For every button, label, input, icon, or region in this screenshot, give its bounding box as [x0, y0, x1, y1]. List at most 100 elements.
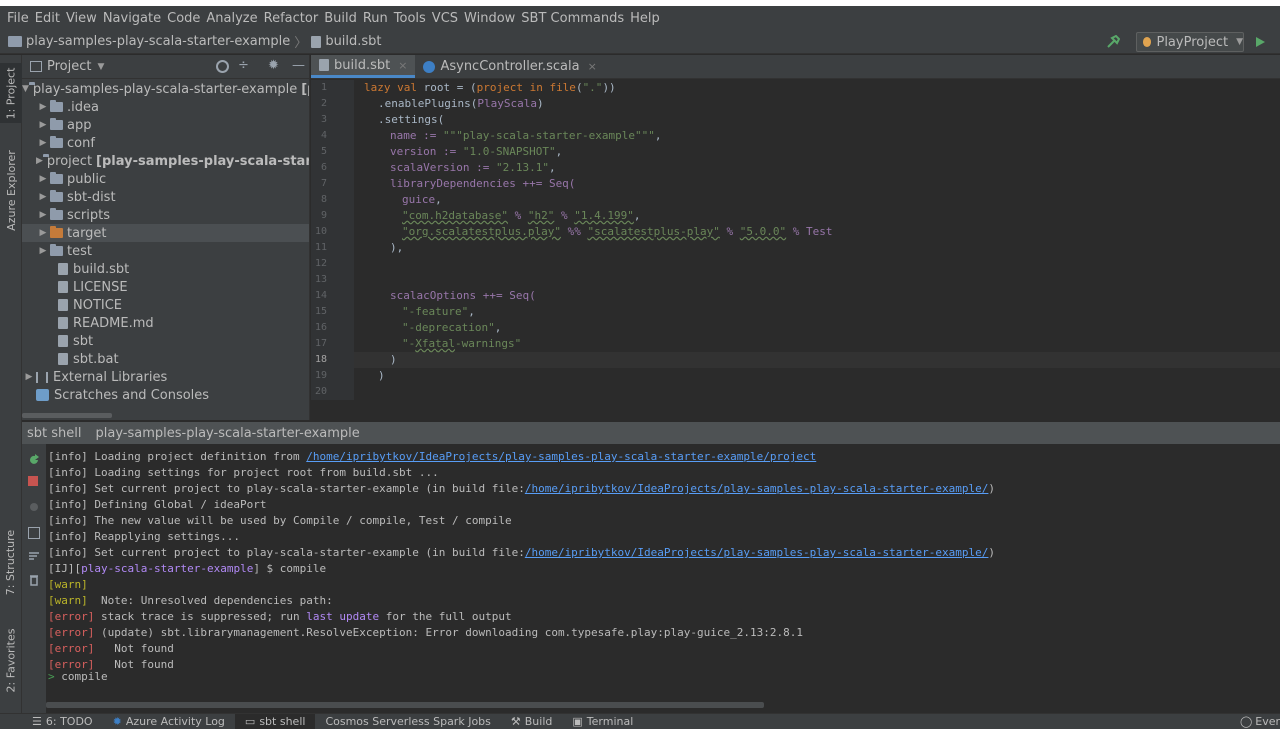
tab-build[interactable]: ⚒ Build — [501, 714, 563, 729]
restart-icon[interactable] — [28, 454, 40, 466]
tree-item-label: conf — [67, 135, 95, 151]
menu-analyze[interactable]: Analyze — [203, 11, 260, 26]
hide-panel-icon[interactable]: — — [292, 58, 305, 73]
tab-cosmos-spark-jobs[interactable]: Cosmos Serverless Spark Jobs — [315, 714, 500, 729]
event-log-icon: ◯ — [1239, 715, 1253, 728]
tree-file-notice[interactable]: NOTICE — [22, 296, 309, 314]
menu-run[interactable]: Run — [360, 11, 391, 26]
tree-file-build-sbt[interactable]: build.sbt — [22, 260, 309, 278]
tree-item-label: public — [67, 171, 107, 187]
project-view-select[interactable]: Project — [47, 59, 91, 74]
tree-external-libraries[interactable]: ▶ External Libraries — [22, 368, 309, 386]
tab-event-log[interactable]: ◯ Ever — [1230, 714, 1280, 729]
soft-wrap-icon[interactable] — [28, 550, 40, 562]
stop-icon[interactable] — [28, 476, 38, 486]
tab-build-label: Build — [524, 715, 553, 728]
project-path-link[interactable]: /home/ipribytkov/IdeaProjects/play-sampl… — [306, 450, 816, 463]
tree-folder-target[interactable]: ▶ target — [22, 224, 309, 242]
tree-file-sbt[interactable]: sbt — [22, 332, 309, 350]
tab-azure-explorer[interactable]: Azure Explorer — [0, 145, 22, 235]
debug-icon[interactable] — [28, 500, 40, 512]
menu-bar: File Edit View Navigate Code Analyze Ref… — [0, 6, 1280, 30]
tree-item-label: target — [67, 225, 107, 241]
editor-scroll-area — [310, 400, 1280, 420]
menu-help[interactable]: Help — [627, 11, 663, 26]
tab-structure[interactable]: 7: Structure — [0, 520, 22, 605]
tree-folder-conf[interactable]: ▶ conf — [22, 134, 309, 152]
menu-edit[interactable]: Edit — [32, 11, 63, 26]
console-icon: ▭ — [244, 715, 256, 728]
tree-folder-test[interactable]: ▶ test — [22, 242, 309, 260]
editor-tab-bar: build.sbt × AsyncController.scala × — [311, 55, 1280, 79]
tab-structure-label: 7: Structure — [4, 529, 18, 596]
tree-file-sbt-bat[interactable]: sbt.bat — [22, 350, 309, 368]
console-input-line[interactable]: > compile — [48, 669, 108, 685]
menu-window[interactable]: Window — [461, 11, 518, 26]
line-number: 10 — [314, 226, 327, 237]
build-file-link[interactable]: /home/ipribytkov/IdeaProjects/play-sampl… — [525, 482, 989, 495]
menu-vcs[interactable]: VCS — [429, 11, 461, 26]
tree-folder-scripts[interactable]: ▶ scripts — [22, 206, 309, 224]
tree-folder-public[interactable]: ▶ public — [22, 170, 309, 188]
code-line: "-deprecation", — [402, 321, 502, 334]
tab-favorites[interactable]: 2: Favorites — [0, 620, 22, 700]
markdown-file-icon — [58, 317, 68, 329]
build-hammer-icon[interactable] — [1106, 34, 1121, 49]
horizontal-scrollbar[interactable] — [22, 413, 112, 418]
menu-sbt-commands[interactable]: SBT Commands — [518, 11, 627, 26]
tab-terminal[interactable]: ▣ Terminal — [562, 714, 643, 729]
gear-icon[interactable]: ✹ — [268, 58, 279, 73]
tree-folder-project[interactable]: ▶ project [play-samples-play-scala-start… — [22, 152, 309, 170]
tab-todo[interactable]: ☰ 6: TODO — [22, 714, 103, 729]
sbt-shell-console[interactable]: [info] Loading project definition from /… — [46, 444, 1280, 713]
tree-file-license[interactable]: LICENSE — [22, 278, 309, 296]
menu-refactor[interactable]: Refactor — [261, 11, 322, 26]
close-icon[interactable]: × — [398, 59, 407, 72]
collapse-all-icon[interactable]: ÷ — [238, 58, 249, 73]
tree-root[interactable]: ▼ play-samples-play-scala-starter-exampl… — [22, 80, 309, 98]
tab-sbt-shell-label: sbt shell — [259, 715, 306, 728]
sbt-shell-project-tab[interactable]: play-samples-play-scala-starter-example — [96, 426, 360, 441]
menu-tools[interactable]: Tools — [391, 11, 429, 26]
console-line: [info] Set current project to play-scala… — [48, 546, 996, 559]
tab-project-tool-label: 1: Project — [4, 67, 18, 119]
code-line: "-feature", — [402, 305, 475, 318]
build-file-link[interactable]: /home/ipribytkov/IdeaProjects/play-sampl… — [525, 546, 989, 559]
breadcrumb-project[interactable]: play-samples-play-scala-starter-example — [26, 34, 290, 49]
tab-build-sbt[interactable]: build.sbt × — [311, 55, 416, 78]
tree-root-suffix: [pl — [301, 81, 309, 97]
tree-folder-sbt-dist[interactable]: ▶ sbt-dist — [22, 188, 309, 206]
horizontal-scrollbar[interactable] — [46, 702, 764, 708]
close-icon[interactable]: × — [588, 60, 597, 73]
breadcrumb-file[interactable]: build.sbt — [325, 34, 381, 49]
project-view-icon — [30, 61, 42, 72]
line-number: 4 — [320, 130, 327, 141]
trash-icon[interactable] — [28, 574, 40, 586]
line-number: 7 — [320, 178, 327, 189]
dropdown-arrow-icon: ▼ — [97, 61, 105, 72]
tree-item-label: NOTICE — [73, 297, 123, 313]
tree-folder-idea[interactable]: ▶ .idea — [22, 98, 309, 116]
locate-icon[interactable] — [216, 60, 229, 73]
tab-azure-activity-log[interactable]: ✹ Azure Activity Log — [103, 714, 235, 729]
folder-icon — [50, 118, 63, 130]
code-editor[interactable]: lazy val root = (project in file(".")) .… — [354, 80, 1280, 400]
tab-project-tool[interactable]: 1: Project — [0, 63, 22, 123]
run-icon[interactable] — [1254, 34, 1266, 50]
tab-terminal-label: Terminal — [586, 715, 634, 728]
tab-sbt-shell[interactable]: ▭ sbt shell — [234, 713, 316, 729]
menu-code[interactable]: Code — [164, 11, 203, 26]
menu-view[interactable]: View — [63, 11, 100, 26]
tree-file-readme[interactable]: README.md — [22, 314, 309, 332]
menu-file[interactable]: File — [4, 11, 32, 26]
tree-scratches[interactable]: Scratches and Consoles — [22, 386, 309, 404]
menu-navigate[interactable]: Navigate — [100, 11, 164, 26]
run-configuration-select[interactable]: PlayProject ▼ — [1136, 32, 1244, 52]
dropdown-arrow-icon: ▼ — [1236, 37, 1243, 47]
menu-build[interactable]: Build — [321, 11, 360, 26]
line-number: 5 — [320, 146, 327, 157]
tree-folder-app[interactable]: ▶ app — [22, 116, 309, 134]
tab-async-controller[interactable]: AsyncController.scala × — [415, 55, 604, 78]
scroll-to-end-icon[interactable] — [28, 527, 40, 539]
code-line: "-Xfatal-warnings" — [402, 337, 522, 350]
